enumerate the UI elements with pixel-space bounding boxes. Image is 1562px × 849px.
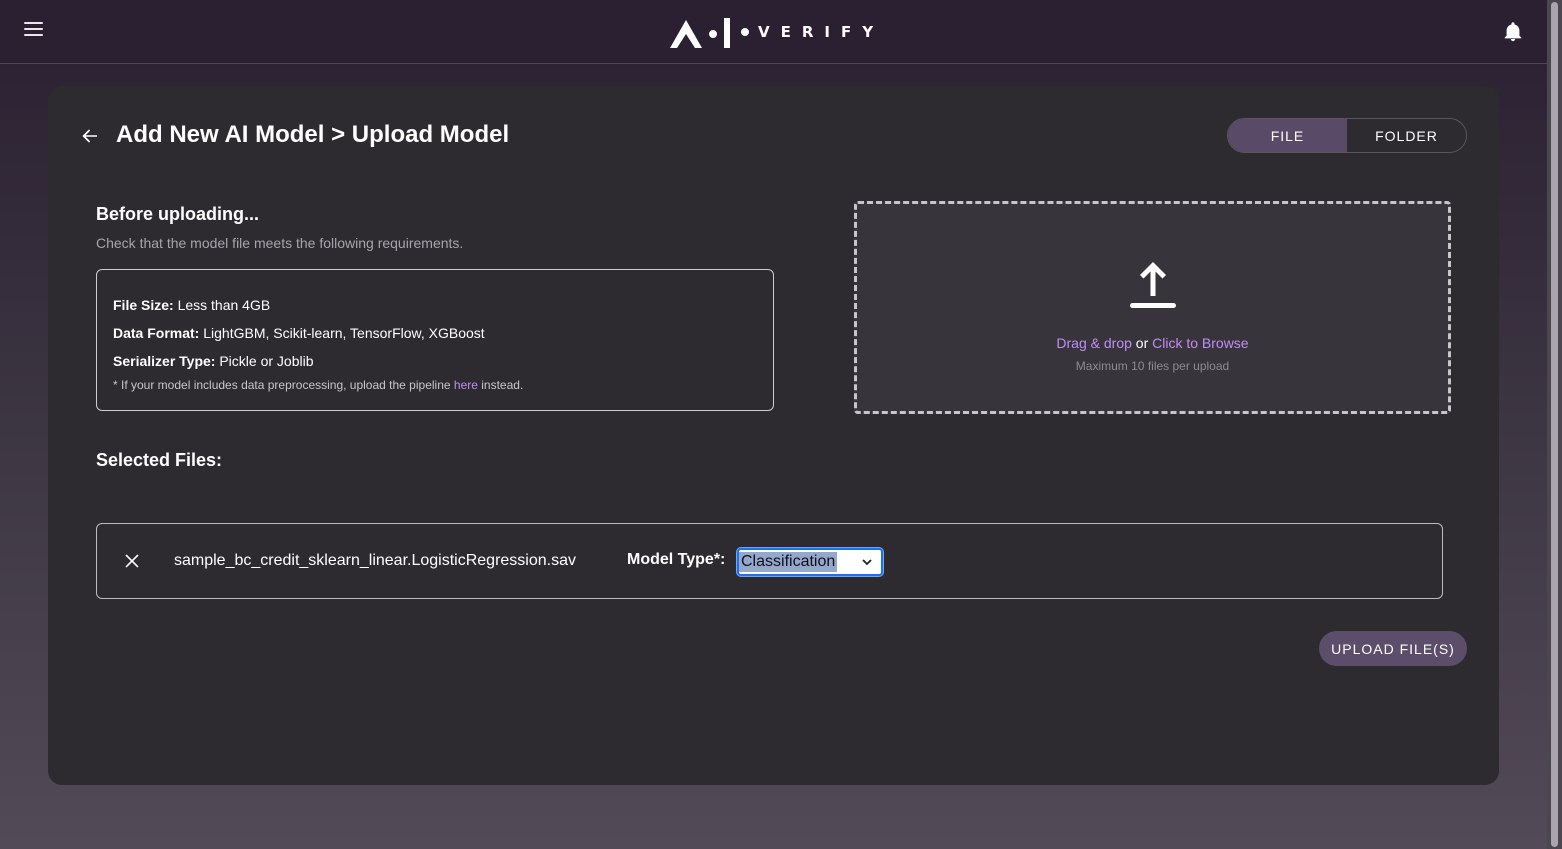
drag-drop-text[interactable]: Drag & drop [1056,335,1131,351]
requirements-title: Before uploading... [96,204,260,224]
top-bar: VERIFY [0,0,1547,64]
requirement-value: Pickle or Joblib [219,353,314,369]
model-type-value: Classification [739,552,838,572]
dropzone-hint: Maximum 10 files per upload [1075,359,1230,373]
upload-model-card [48,86,1499,785]
requirement-label: Serializer Type: [113,353,216,369]
model-type-select[interactable]: Classification [737,548,883,576]
requirement-file-size: File Size: Less than 4GB [113,296,757,314]
requirement-value: LightGBM, Scikit-learn, TensorFlow, XGBo… [203,325,485,341]
browse-link[interactable]: Click to Browse [1152,335,1248,351]
upload-files-button[interactable]: UPLOAD FILE(S) [1319,631,1467,666]
requirement-value: Less than 4GB [177,297,271,313]
file-dropzone[interactable]: Drag & drop or Click to Browse Maximum 1… [854,201,1451,414]
back-arrow-icon[interactable] [80,126,100,146]
selected-file-row: sample_bc_credit_sklearn_linear.Logistic… [96,523,1443,599]
upload-icon [1130,262,1176,308]
menu-icon[interactable] [22,18,46,42]
toggle-file-button[interactable]: FILE [1228,119,1347,152]
selected-files-title: Selected Files: [96,450,223,470]
note-prefix: * If your model includes data preprocess… [113,378,454,392]
or-text: or [1131,335,1153,351]
note-suffix: instead. [477,378,524,392]
requirement-label: File Size: [113,297,174,313]
model-type-label: Model Type*: [627,551,726,568]
requirements-subtitle: Check that the model file meets the foll… [96,235,464,251]
upload-mode-toggle: FILE FOLDER [1227,118,1467,153]
logo-text: VERIFY [758,23,885,41]
requirement-serializer-type: Serializer Type: Pickle or Joblib [113,352,757,370]
file-name: sample_bc_credit_sklearn_linear.Logistic… [174,552,576,569]
logo-dot-icon [741,28,749,36]
chevron-down-icon [862,559,872,566]
bell-icon[interactable] [1502,20,1524,44]
page-scrollbar[interactable] [1547,0,1562,849]
logo-icon [670,18,730,48]
dropzone-instruction: Drag & drop or Click to Browse [857,335,1448,351]
requirement-data-format: Data Format: LightGBM, Scikit-learn, Ten… [113,324,757,342]
requirements-box: File Size: Less than 4GB Data Format: Li… [96,269,774,411]
scrollbar-thumb[interactable] [1551,2,1558,847]
app-logo: VERIFY [668,14,884,50]
page-title: Add New AI Model > Upload Model [116,121,510,148]
requirements-note: * If your model includes data preprocess… [113,378,757,392]
toggle-folder-button[interactable]: FOLDER [1347,119,1466,152]
pipeline-upload-link[interactable]: here [454,378,478,392]
requirement-label: Data Format: [113,325,200,341]
close-icon[interactable] [124,553,140,569]
